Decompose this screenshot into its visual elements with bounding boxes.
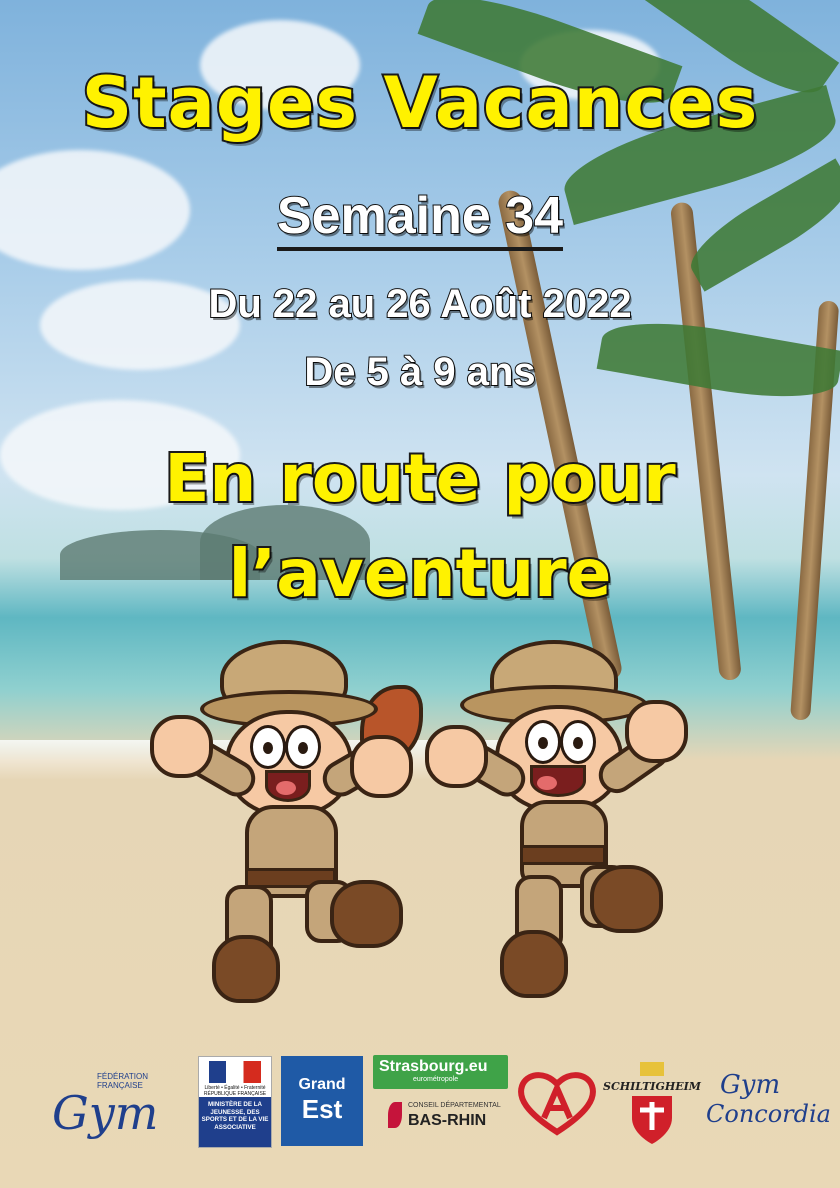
partner-logos: FÉDÉRATION FRANÇAISE Gym Liberté • Égali…	[0, 1050, 840, 1150]
theme-line-2: l’aventure	[227, 533, 614, 614]
grand-est-line1: Grand	[298, 1076, 346, 1093]
alsace-heart-icon	[518, 1072, 596, 1136]
boy-eye	[560, 720, 596, 764]
bas-rhin-logo: CONSEIL DÉPARTEMENTAL BAS-RHIN	[388, 1098, 508, 1134]
boy-boot	[590, 865, 663, 933]
girl-fist	[150, 715, 213, 778]
poster-title: Stages Vacances	[80, 60, 760, 146]
girl-eye	[250, 725, 286, 769]
girl-eye	[285, 725, 321, 769]
dates-text: Du 22 au 26 Août 2022	[207, 281, 632, 327]
schiltigheim-crest-icon	[632, 1062, 672, 1144]
week-label: Semaine 34	[276, 186, 564, 251]
girl-mouth	[265, 770, 311, 802]
alsace-logo	[516, 1070, 598, 1136]
ffgym-name: Gym	[52, 1086, 159, 1140]
grand-est-logo: Grand Est	[281, 1056, 363, 1146]
grand-est-line2: Est	[301, 1094, 343, 1124]
eurometropole-text: eurométropole	[413, 1076, 459, 1083]
week-heading: Semaine 34	[0, 186, 840, 251]
conseil-departemental-text: CONSEIL DÉPARTEMENTAL	[408, 1102, 501, 1109]
girl-boot	[330, 880, 403, 948]
schiltigheim-logo: SCHILTIGHEIM	[602, 1060, 702, 1150]
ages-text: De 5 à 9 ans	[303, 349, 536, 395]
gym-concordia-line1: Gym	[720, 1070, 781, 1100]
marianne-flag-icon	[209, 1061, 261, 1083]
boy-boot	[500, 930, 568, 998]
strasbourg-logo: Strasbourg.eu eurométropole	[373, 1055, 508, 1089]
schiltigheim-name: SCHILTIGHEIM	[603, 1080, 701, 1093]
theme-line-1: En route pour	[162, 438, 677, 519]
republique-text: Liberté • Égalité • Fraternité RÉPUBLIQU…	[203, 1085, 267, 1097]
ministere-text: MINISTÈRE DE LA JEUNESSE, DES SPORTS ET …	[201, 1101, 269, 1131]
girl-boot	[212, 935, 280, 1003]
girl-fist	[350, 735, 413, 798]
boy-mouth	[530, 765, 586, 797]
boy-belt	[520, 845, 606, 865]
strasbourg-name: Strasbourg.eu	[379, 1058, 488, 1075]
girl-explorer-illustration	[150, 640, 423, 1010]
boy-fist	[425, 725, 488, 788]
gym-concordia-logo: Gym Concordia	[706, 1070, 831, 1140]
boy-fist	[625, 700, 688, 763]
boy-eye	[525, 720, 561, 764]
gym-concordia-line2: Concordia	[706, 1100, 831, 1128]
ffgym-logo: FÉDÉRATION FRANÇAISE Gym	[52, 1072, 187, 1142]
boy-explorer-illustration	[420, 640, 690, 1010]
bas-rhin-mark-icon	[388, 1102, 402, 1128]
ministere-logo: Liberté • Égalité • Fraternité RÉPUBLIQU…	[198, 1056, 272, 1148]
bas-rhin-name: BAS-RHIN	[408, 1112, 487, 1129]
